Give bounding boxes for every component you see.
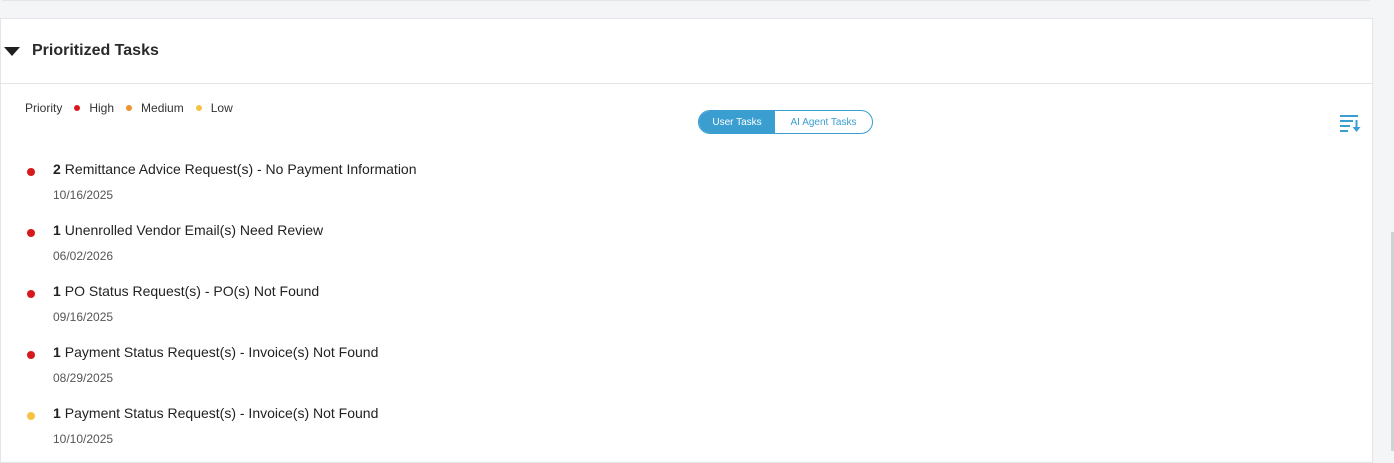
task-title[interactable]: 2 Remittance Advice Request(s) - No Payme… bbox=[53, 161, 417, 177]
high-dot-icon bbox=[74, 105, 81, 111]
legend-label: Priority bbox=[25, 101, 63, 115]
panel-header[interactable]: Prioritized Tasks bbox=[1, 19, 1372, 84]
task-type-toggle: User Tasks AI Agent Tasks bbox=[698, 110, 873, 134]
task-count: 2 bbox=[53, 161, 61, 177]
task-date: 10/16/2025 bbox=[53, 188, 114, 202]
legend-low: Low bbox=[210, 101, 233, 115]
task-title[interactable]: 1 Payment Status Request(s) - Invoice(s) … bbox=[53, 405, 378, 421]
task-date: 10/10/2025 bbox=[53, 432, 114, 446]
task-date: 09/16/2025 bbox=[53, 310, 114, 324]
task-text: Payment Status Request(s) - Invoice(s) N… bbox=[64, 405, 379, 421]
panel-title: Prioritized Tasks bbox=[32, 42, 159, 59]
task-count: 1 bbox=[53, 283, 61, 299]
priority-legend: Priority High Medium Low bbox=[25, 101, 233, 115]
task-date: 06/02/2026 bbox=[53, 249, 114, 263]
user-tasks-button[interactable]: User Tasks bbox=[699, 111, 775, 133]
high-priority-dot-icon bbox=[27, 168, 35, 176]
task-title[interactable]: 1 PO Status Request(s) - PO(s) Not Found bbox=[53, 283, 319, 299]
task-title[interactable]: 1 Payment Status Request(s) - Invoice(s) … bbox=[53, 344, 378, 360]
sort-descending-icon[interactable] bbox=[1338, 111, 1362, 135]
task-text: Remittance Advice Request(s) - No Paymen… bbox=[64, 161, 417, 177]
prioritized-tasks-panel: Prioritized Tasks bbox=[0, 18, 1373, 463]
task-title[interactable]: 1 Unenrolled Vendor Email(s) Need Review bbox=[53, 222, 323, 238]
task-count: 1 bbox=[53, 344, 61, 360]
high-priority-dot-icon bbox=[27, 229, 35, 237]
task-text: Payment Status Request(s) - Invoice(s) N… bbox=[64, 344, 379, 360]
medium-dot-icon bbox=[126, 105, 133, 111]
low-priority-dot-icon bbox=[27, 412, 35, 420]
caret-down-icon[interactable] bbox=[4, 46, 20, 56]
task-text: Unenrolled Vendor Email(s) Need Review bbox=[64, 222, 324, 238]
previous-panel-edge bbox=[0, 0, 1372, 1]
legend-high: High bbox=[89, 101, 115, 115]
task-text: PO Status Request(s) - PO(s) Not Found bbox=[64, 283, 320, 299]
high-priority-dot-icon bbox=[27, 290, 35, 298]
task-count: 1 bbox=[53, 222, 61, 238]
high-priority-dot-icon bbox=[27, 351, 35, 359]
task-count: 1 bbox=[53, 405, 61, 421]
task-date: 08/29/2025 bbox=[53, 371, 114, 385]
legend-medium: Medium bbox=[141, 101, 184, 115]
ai-agent-tasks-button[interactable]: AI Agent Tasks bbox=[775, 111, 872, 133]
low-dot-icon bbox=[195, 105, 202, 111]
